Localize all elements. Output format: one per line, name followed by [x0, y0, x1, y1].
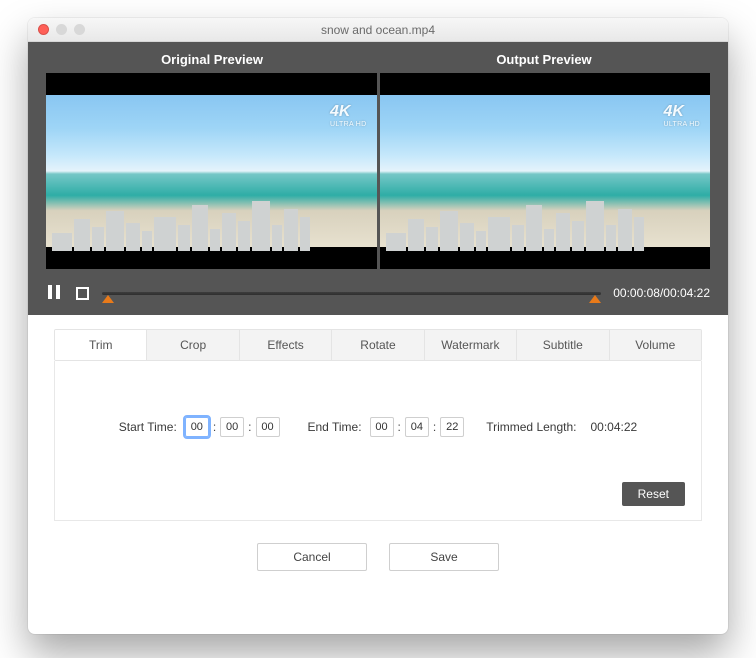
output-preview: 4K ULTRA HD: [380, 73, 711, 269]
minimize-window-button[interactable]: [56, 24, 67, 35]
end-time-group: End Time: : :: [308, 417, 465, 437]
editor-window: snow and ocean.mp4 Original Preview Outp…: [28, 18, 728, 634]
timeline-track: [102, 292, 601, 295]
stop-button[interactable]: [74, 285, 90, 301]
end-time-label: End Time:: [308, 420, 362, 434]
end-hh-input[interactable]: [370, 417, 394, 437]
pause-icon: [48, 285, 60, 302]
output-preview-label: Output Preview: [378, 52, 710, 67]
playback-bar: 00:00:08/00:04:22: [46, 285, 710, 301]
tab-crop[interactable]: Crop: [146, 330, 238, 360]
start-hh-input[interactable]: [185, 417, 209, 437]
end-mm-input[interactable]: [405, 417, 429, 437]
footer-buttons: Cancel Save: [54, 543, 702, 571]
timeline-slider[interactable]: [102, 286, 601, 300]
tab-rotate[interactable]: Rotate: [331, 330, 423, 360]
zoom-window-button[interactable]: [74, 24, 85, 35]
badge-text: 4K: [664, 103, 684, 120]
save-button[interactable]: Save: [389, 543, 499, 571]
colon: :: [213, 420, 216, 434]
trimmed-length-label: Trimmed Length:: [486, 420, 576, 434]
close-window-button[interactable]: [38, 24, 49, 35]
trim-panel: Start Time: : : End Time: : : Trimmed Le…: [54, 361, 702, 521]
colon: :: [398, 420, 401, 434]
start-time-label: Start Time:: [119, 420, 177, 434]
window-controls: [38, 24, 85, 35]
colon: :: [248, 420, 251, 434]
current-time: 00:00:08: [613, 286, 660, 300]
cancel-button[interactable]: Cancel: [257, 543, 367, 571]
preview-area: Original Preview Output Preview: [28, 42, 728, 315]
stop-icon: [76, 287, 89, 300]
titlebar: snow and ocean.mp4: [28, 18, 728, 42]
trim-fields: Start Time: : : End Time: : : Trimmed Le…: [79, 417, 677, 437]
tab-watermark[interactable]: Watermark: [424, 330, 516, 360]
resolution-badge: 4K ULTRA HD: [664, 103, 701, 128]
tab-effects[interactable]: Effects: [239, 330, 331, 360]
resolution-badge: 4K ULTRA HD: [330, 103, 367, 128]
pause-button[interactable]: [46, 285, 62, 301]
tab-subtitle[interactable]: Subtitle: [516, 330, 608, 360]
window-title: snow and ocean.mp4: [28, 23, 728, 37]
start-time-group: Start Time: : :: [119, 417, 280, 437]
tab-trim[interactable]: Trim: [55, 330, 146, 360]
tab-volume[interactable]: Volume: [609, 330, 701, 360]
trim-handle-end[interactable]: [589, 295, 601, 303]
trim-handle-start[interactable]: [102, 295, 114, 303]
colon: :: [433, 420, 436, 434]
badge-subtext: ULTRA HD: [664, 121, 701, 128]
badge-subtext: ULTRA HD: [330, 121, 367, 128]
preview-labels: Original Preview Output Preview: [46, 52, 710, 67]
reset-button[interactable]: Reset: [622, 482, 685, 506]
editor-tabs: Trim Crop Effects Rotate Watermark Subti…: [54, 329, 702, 361]
start-mm-input[interactable]: [220, 417, 244, 437]
total-time: 00:04:22: [663, 286, 710, 300]
trimmed-length-value: 00:04:22: [590, 420, 637, 434]
original-preview: 4K ULTRA HD: [46, 73, 377, 269]
end-ss-input[interactable]: [440, 417, 464, 437]
editor-panel: Trim Crop Effects Rotate Watermark Subti…: [28, 315, 728, 571]
start-ss-input[interactable]: [256, 417, 280, 437]
badge-text: 4K: [330, 103, 350, 120]
original-preview-label: Original Preview: [46, 52, 378, 67]
preview-row: 4K ULTRA HD: [46, 73, 710, 269]
timecode: 00:00:08/00:04:22: [613, 286, 710, 300]
